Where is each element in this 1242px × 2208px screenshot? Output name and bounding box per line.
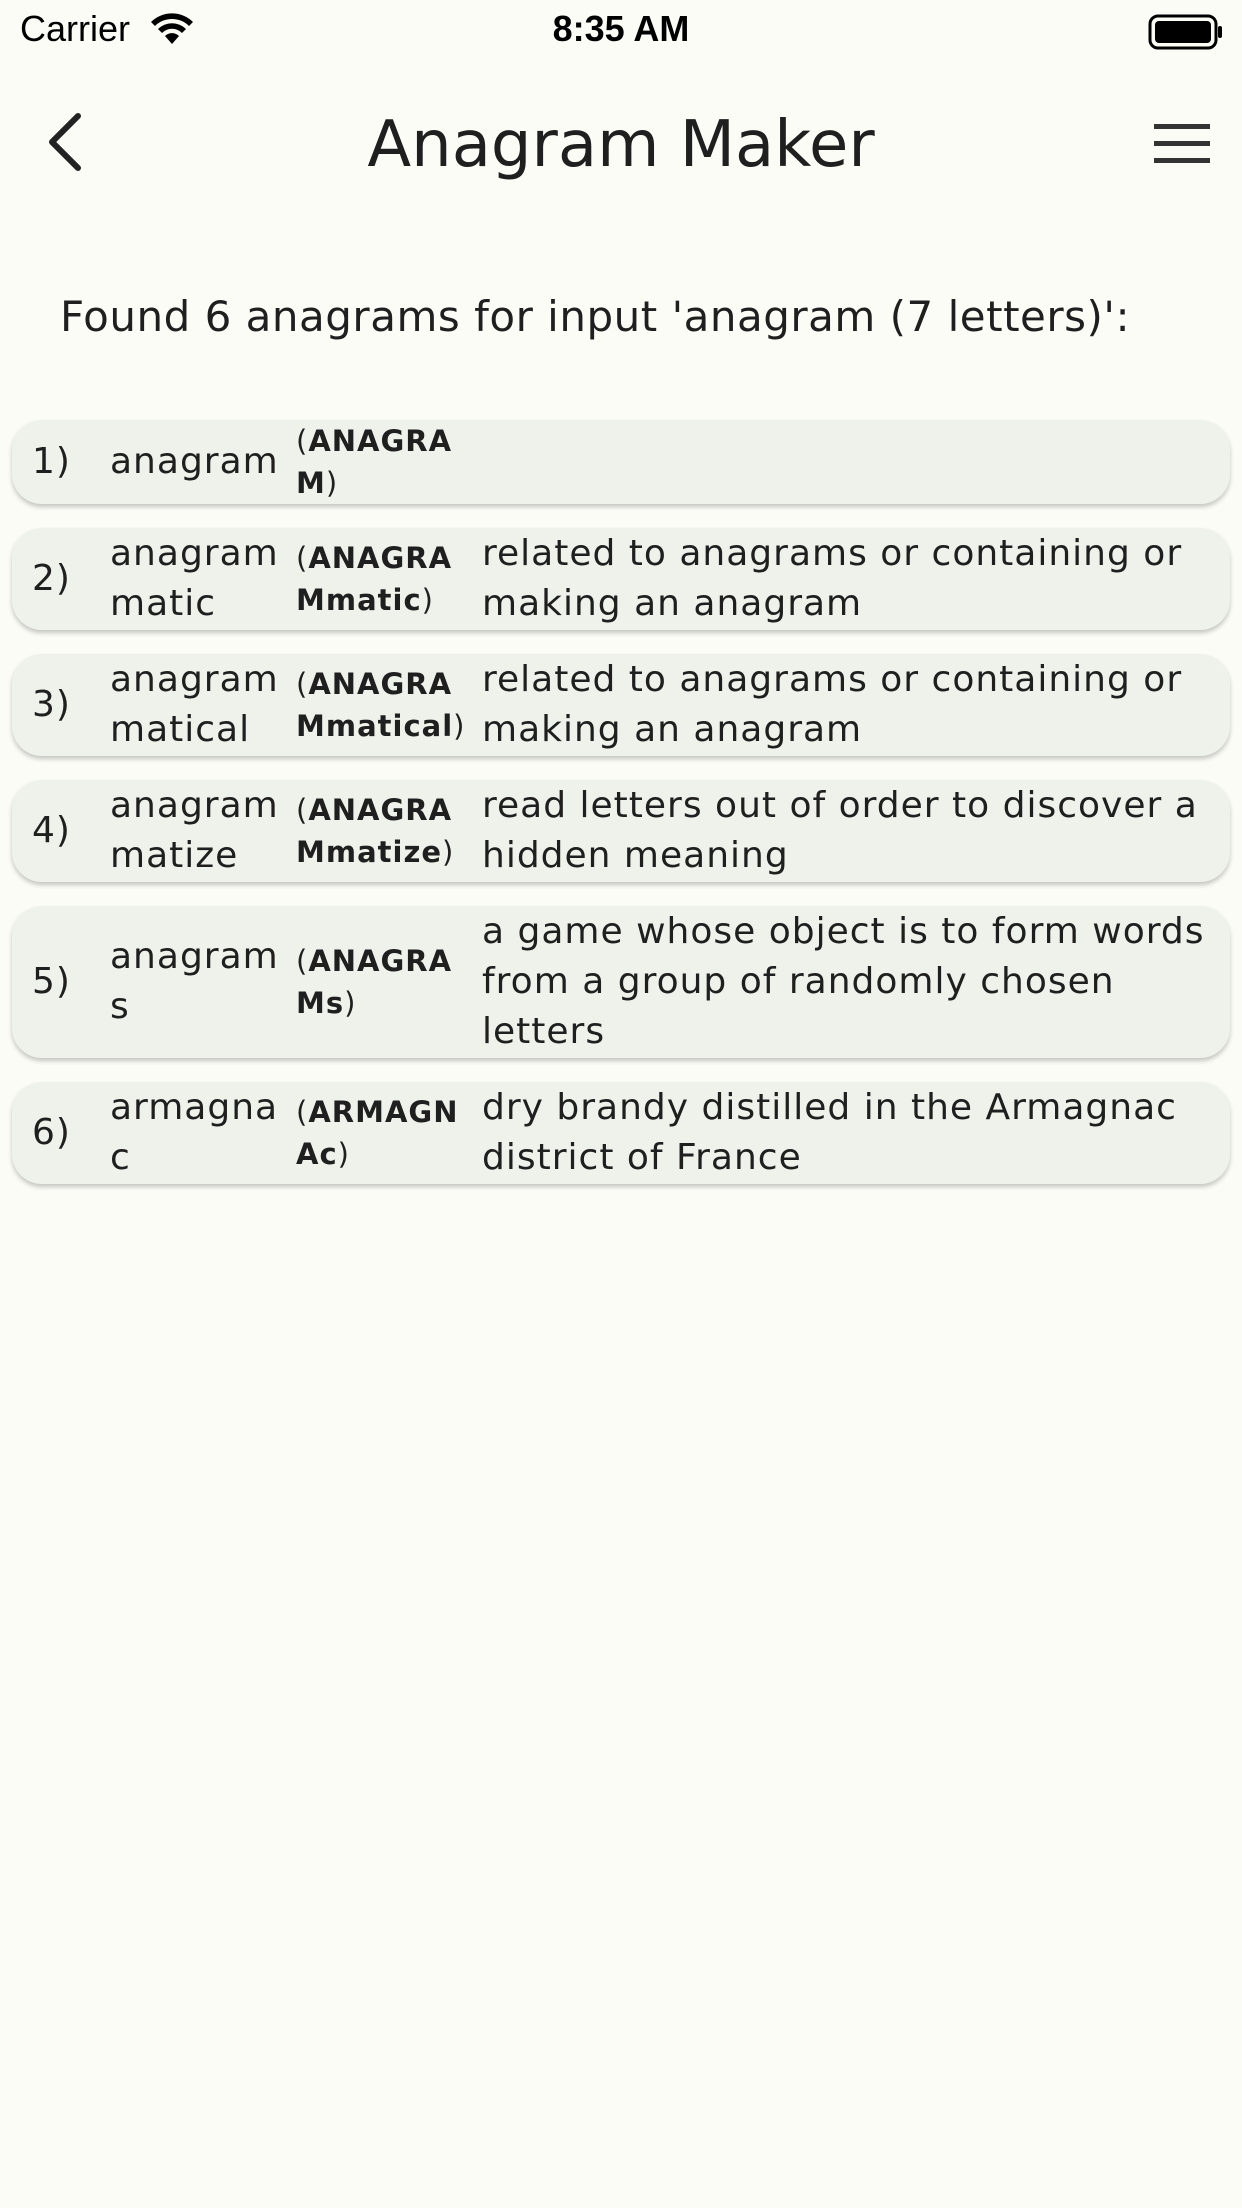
app-bar: Anagram Maker: [0, 90, 1242, 200]
clock: 8:35 AM: [552, 8, 690, 49]
item-definition: a game whose object is to form words fro…: [482, 911, 1205, 1052]
status-bar: Carrier 8:35 AM: [0, 0, 1242, 62]
item-word: anagrams: [110, 936, 279, 1027]
item-definition: related to anagrams or containing or mak…: [482, 659, 1183, 750]
item-number: 4): [32, 810, 71, 851]
item-letter-code: (ANAGRAMmatical): [296, 667, 466, 743]
item-definition: read letters out of order to discover a …: [482, 785, 1198, 876]
item-number: 2): [32, 558, 71, 599]
item-number: 3): [32, 684, 71, 725]
item-number: 1): [32, 441, 71, 482]
battery-icon: [1148, 14, 1224, 54]
hamburger-icon: [1154, 124, 1210, 163]
list-item[interactable]: 5) anagrams (ANAGRAMs) a game whose obje…: [12, 906, 1230, 1058]
list-item[interactable]: 4) anagrammatize (ANAGRAMmatize) read le…: [12, 780, 1230, 882]
item-letter-code: (ANAGRAMs): [296, 944, 453, 1020]
list-item[interactable]: 6) armagnac (ARMAGNAc) dry brandy distil…: [12, 1082, 1230, 1184]
page-title: Anagram Maker: [367, 108, 875, 182]
item-letter-code: (ARMAGNAc): [296, 1095, 459, 1171]
item-letter-code: (ANAGRAM): [296, 424, 453, 500]
list-item[interactable]: 2) anagrammatic (ANAGRAMmatic) related t…: [12, 528, 1230, 630]
item-word: armagnac: [110, 1087, 279, 1178]
results-summary: Found 6 anagrams for input 'anagram (7 l…: [60, 292, 1131, 341]
item-word: anagrammatical: [110, 659, 279, 750]
item-word: anagrammatize: [110, 785, 279, 876]
results-list: 1) anagram (ANAGRAM) 2) anagrammatic (AN…: [12, 420, 1230, 1208]
item-letter-code: (ANAGRAMmatic): [296, 541, 453, 617]
item-number: 6): [32, 1112, 71, 1153]
item-letter-code: (ANAGRAMmatize): [296, 793, 455, 869]
item-word: anagrammatic: [110, 533, 279, 624]
item-definition: dry brandy distilled in the Armagnac dis…: [482, 1087, 1177, 1178]
item-definition: related to anagrams or containing or mak…: [482, 533, 1183, 624]
list-item[interactable]: 3) anagrammatical (ANAGRAMmatical) relat…: [12, 654, 1230, 756]
list-item[interactable]: 1) anagram (ANAGRAM): [12, 420, 1230, 504]
menu-button[interactable]: [1150, 112, 1214, 176]
item-number: 5): [32, 961, 71, 1002]
item-word: anagram: [110, 441, 279, 482]
